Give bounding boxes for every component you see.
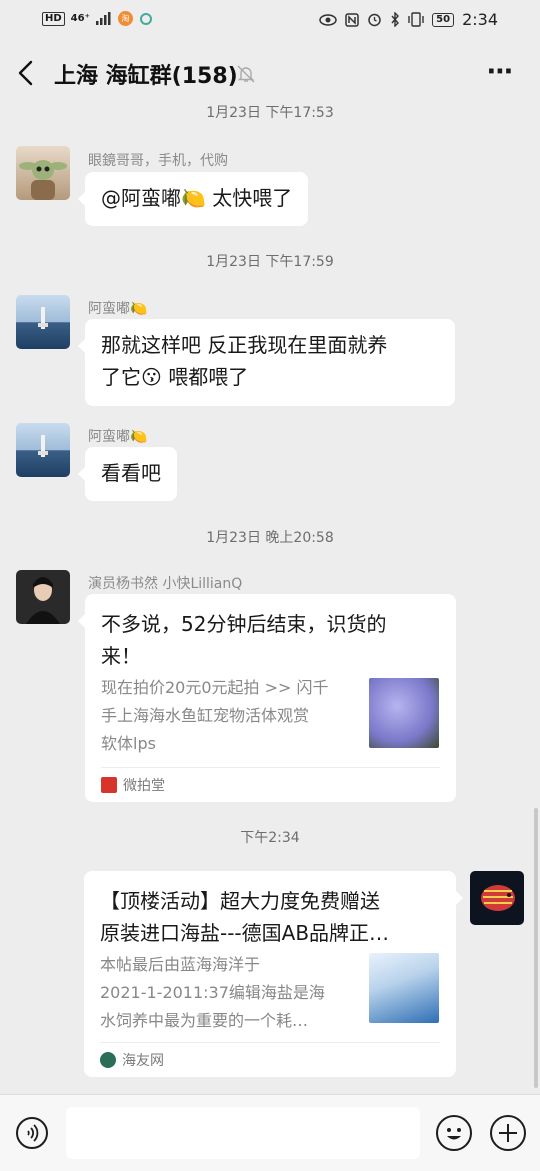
card-source: 微拍堂 — [101, 767, 440, 802]
sender-name: 演员杨书然 小快LillianQ — [88, 576, 243, 592]
status-right: 50 2:34 — [319, 10, 498, 29]
chevron-left-icon[interactable] — [16, 60, 36, 86]
card-source-label: 海友网 — [122, 1053, 164, 1069]
link-card[interactable]: 不多说，52分钟后结束，识货的 来！ 现在拍价20元0元起拍 >> 闪千 手上海… — [78, 594, 456, 802]
avatar[interactable] — [16, 146, 70, 200]
more-dots-icon[interactable]: ⋯ — [487, 59, 515, 85]
message-input[interactable] — [66, 1107, 420, 1159]
message-bubble[interactable]: 那就这样吧 反正我现在里面就养 了它😗 喂都喂了 — [78, 319, 455, 406]
card-title-line: 不多说，52分钟后结束，识货的 — [101, 612, 387, 636]
card-title-line: 来！ — [101, 644, 141, 668]
message-line: 那就这样吧 反正我现在里面就养 — [101, 333, 388, 357]
weipaitang-logo-icon — [101, 777, 117, 793]
sender-name: 阿蛮嘟🍋 — [88, 301, 148, 317]
alarm-icon — [368, 13, 381, 27]
card-title-line: 原装进口海盐---德国AB品牌正… — [100, 921, 390, 945]
message-bubble[interactable]: 看看吧 — [78, 447, 177, 501]
status-time: 2:34 — [462, 10, 498, 29]
avatar[interactable] — [16, 570, 70, 624]
bluetooth-icon — [391, 12, 400, 27]
time-divider: 1月23日 下午17:53 — [206, 105, 334, 121]
message-bubble[interactable]: @阿蛮嘟🍋 太快喂了 — [77, 172, 309, 226]
avatar[interactable] — [16, 423, 70, 477]
emoji-icon[interactable] — [436, 1115, 472, 1151]
sender-name: 阿蛮嘟🍋 — [88, 429, 148, 445]
app-notification-icon: 淘 — [117, 11, 133, 26]
coral-thumbnail — [369, 678, 439, 748]
link-card[interactable]: 【顶楼活动】超大力度免费赠送 原装进口海盐---德国AB品牌正… 本帖最后由蓝海… — [84, 871, 463, 1077]
sync-icon — [139, 12, 152, 25]
hd-badge: HD — [42, 11, 65, 26]
person-avatar-image — [26, 577, 60, 624]
scrollbar[interactable] — [534, 808, 538, 1088]
sea-avatar-image — [38, 307, 48, 329]
avatar[interactable] — [470, 871, 524, 925]
status-bar: HD 46⁺ 淘 50 2:34 — [0, 0, 540, 40]
status-left: HD 46⁺ 淘 — [42, 11, 153, 26]
message-line: 了它😗 喂都喂了 — [101, 365, 249, 389]
fish-avatar-image — [481, 885, 515, 911]
bell-off-icon — [237, 65, 255, 83]
sender-name: 眼鏡哥哥，手机，代购 — [88, 153, 228, 169]
avatar[interactable] — [16, 295, 70, 349]
vibrate-icon — [408, 12, 424, 27]
signal-icon — [95, 12, 111, 25]
eye-icon — [319, 13, 337, 26]
input-bar — [0, 1094, 540, 1171]
card-title-line: 【顶楼活动】超大力度免费赠送 — [100, 889, 380, 913]
time-divider: 1月23日 下午17:59 — [206, 254, 334, 270]
time-divider: 下午2:34 — [240, 830, 300, 846]
chat-header: 上海 海缸群(158) ⋯ — [0, 40, 540, 108]
sea-salt-thumbnail — [369, 953, 439, 1023]
sea-avatar-image — [38, 435, 48, 457]
plus-icon[interactable] — [490, 1115, 526, 1151]
network-indicator: 46⁺ — [70, 13, 90, 24]
card-source: 海友网 — [100, 1042, 440, 1077]
card-source-label: 微拍堂 — [123, 778, 165, 794]
haiyouwang-logo-icon — [100, 1052, 116, 1068]
nfc-icon — [345, 12, 359, 27]
yoda-avatar-image — [19, 160, 67, 200]
chat-title: 上海 海缸群(158) — [54, 64, 238, 89]
battery-indicator: 50 — [432, 12, 455, 27]
time-divider: 1月23日 晚上20:58 — [206, 530, 334, 546]
voice-icon[interactable] — [16, 1117, 48, 1149]
